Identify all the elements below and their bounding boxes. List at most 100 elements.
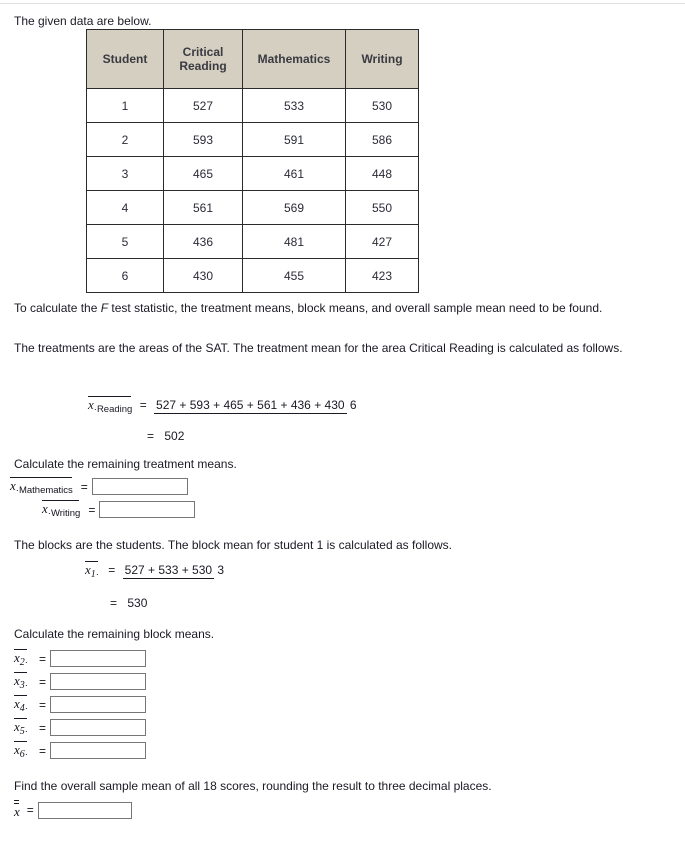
table-header-critical-line2: Reading [179, 59, 227, 73]
table-body: 1 527 533 530 2 593 591 586 3 465 461 44… [86, 88, 419, 293]
blocks-paragraph: The blocks are the students. The block m… [14, 538, 453, 552]
table-header-student: Student [86, 29, 164, 89]
x-bar-block6-symbol: x6· [14, 741, 28, 760]
cell-mathematics: 481 [242, 224, 346, 259]
x-bar-block4-subscript-dot: · [24, 703, 28, 714]
equals-sign: = [108, 563, 116, 577]
x-bar-block-subscript-dot: · [95, 569, 99, 580]
table-row: 2 593 591 586 [86, 122, 419, 157]
cell-critical-reading: 527 [163, 88, 243, 123]
table-row: 6 430 455 423 [86, 258, 419, 293]
x-bar-mathematics-symbol: x·Mathematics [10, 477, 73, 496]
x-bar-block6-subscript-dot: · [24, 749, 28, 760]
equals-sign: = [38, 743, 46, 758]
cell-student: 2 [86, 122, 164, 157]
x-bar-block2-subscript-dot: · [24, 657, 28, 668]
result-equals-sign: = [147, 429, 155, 443]
calc-block-means-instruction: Calculate the remaining block means. [14, 627, 215, 641]
fraction-denominator: 6 [349, 398, 357, 413]
f-statistic-text-pre: To calculate the [14, 301, 101, 315]
table-row: 1 527 533 530 [86, 88, 419, 123]
x-bar-block5-subscript-dot: · [24, 726, 28, 737]
table-header-mathematics-label: Mathematics [257, 52, 331, 66]
cell-student: 4 [86, 190, 164, 225]
top-divider [0, 3, 685, 4]
cell-writing: 448 [345, 156, 419, 191]
x-bar-block4-symbol: x4· [14, 695, 28, 714]
fraction-numerator: 527 + 533 + 530 [122, 563, 215, 580]
table-head: Student Critical Reading Mathematics Wri… [86, 29, 419, 89]
x-bar-symbol: x·Reading [88, 396, 132, 415]
equals-sign: = [26, 803, 34, 817]
cell-student: 3 [86, 156, 164, 191]
intro-text: The given data are below. [14, 14, 152, 28]
block-mean-4-row: x4· = [14, 695, 146, 714]
treatment-mean-writing-row: x·Writing = [42, 500, 196, 519]
block-mean-result-line: = 530 [110, 596, 147, 610]
sat-scores-table: Student Critical Reading Mathematics Wri… [86, 29, 419, 293]
treatment-mean-fraction: 527 + 593 + 465 + 561 + 436 + 430 6 [154, 398, 357, 415]
fraction-numerator: 527 + 593 + 465 + 561 + 436 + 430 [154, 398, 347, 415]
block-mean-5-row: x5· = [14, 718, 146, 737]
treatment-mean-writing-input[interactable] [99, 501, 196, 518]
x-bar-block-symbol: x1· [85, 561, 99, 580]
cell-critical-reading: 436 [163, 224, 243, 259]
cell-critical-reading: 561 [163, 190, 243, 225]
table-header-mathematics: Mathematics [242, 29, 346, 89]
x-bar-writing-symbol: x·Writing [42, 500, 80, 519]
block-mean-example: x1· = 527 + 533 + 530 3 [85, 561, 224, 580]
table-row: 4 561 569 550 [86, 190, 419, 225]
equals-sign: = [38, 651, 46, 666]
table-row: 5 436 481 427 [86, 224, 419, 259]
block-mean-3-input[interactable] [49, 673, 146, 690]
calc-treatment-means-instruction: Calculate the remaining treatment means. [14, 457, 237, 471]
overall-mean-row: x = [14, 800, 132, 820]
x-double-bar-symbol: x [14, 800, 20, 820]
f-statistic-symbol: F [100, 301, 109, 315]
cell-writing: 550 [345, 190, 419, 225]
equals-sign: = [38, 720, 46, 735]
table-row: 3 465 461 448 [86, 156, 419, 191]
treatment-mean-result-line: = 502 [147, 429, 184, 443]
block-mean-2-input[interactable] [49, 650, 146, 667]
block-mean-fraction: 527 + 533 + 530 3 [122, 563, 225, 580]
data-table-container: Student Critical Reading Mathematics Wri… [86, 29, 419, 293]
equals-sign: = [38, 697, 46, 712]
cell-critical-reading: 593 [163, 122, 243, 157]
table-header-writing-label: Writing [361, 52, 403, 66]
cell-writing: 530 [345, 88, 419, 123]
x-double-bar-letter: x [14, 804, 20, 819]
cell-student: 6 [86, 258, 164, 293]
fraction-denominator: 3 [217, 563, 225, 578]
table-header-critical-line1: Critical [182, 45, 224, 59]
x-bar-block3-subscript-dot: · [24, 680, 28, 691]
x-bar-mathematics-subscript: ·Mathematics [15, 485, 73, 496]
cell-critical-reading: 465 [163, 156, 243, 191]
equals-sign: = [38, 674, 46, 689]
block-mean-6-row: x6· = [14, 741, 146, 760]
table-header-row: Student Critical Reading Mathematics Wri… [86, 29, 419, 89]
block-mean-2-row: x2· = [14, 649, 146, 668]
overall-mean-input[interactable] [37, 801, 132, 819]
cell-mathematics: 569 [242, 190, 346, 225]
block-mean-result-value: 530 [127, 596, 148, 610]
block-mean-4-input[interactable] [49, 696, 146, 713]
cell-student: 5 [86, 224, 164, 259]
overall-mean-instruction: Find the overall sample mean of all 18 s… [14, 779, 492, 793]
equals-sign: = [80, 479, 88, 494]
treatment-mean-mathematics-row: x·Mathematics = [10, 477, 188, 496]
x-bar-block3-symbol: x3· [14, 672, 28, 691]
block-mean-6-input[interactable] [49, 742, 146, 759]
cell-writing: 427 [345, 224, 419, 259]
treatments-paragraph: The treatments are the areas of the SAT.… [14, 341, 623, 355]
cell-writing: 586 [345, 122, 419, 157]
treatment-mean-result-value: 502 [164, 429, 185, 443]
x-bar-subscript: ·Reading [93, 404, 133, 415]
cell-writing: 423 [345, 258, 419, 293]
treatment-mean-mathematics-input[interactable] [91, 478, 188, 495]
f-statistic-text-post: test statistic, the treatment means, blo… [108, 301, 603, 315]
treatment-mean-example: x·Reading = 527 + 593 + 465 + 561 + 436 … [88, 396, 357, 415]
cell-student: 1 [86, 88, 164, 123]
block-mean-5-input[interactable] [49, 719, 146, 736]
result-equals-sign: = [110, 596, 118, 610]
